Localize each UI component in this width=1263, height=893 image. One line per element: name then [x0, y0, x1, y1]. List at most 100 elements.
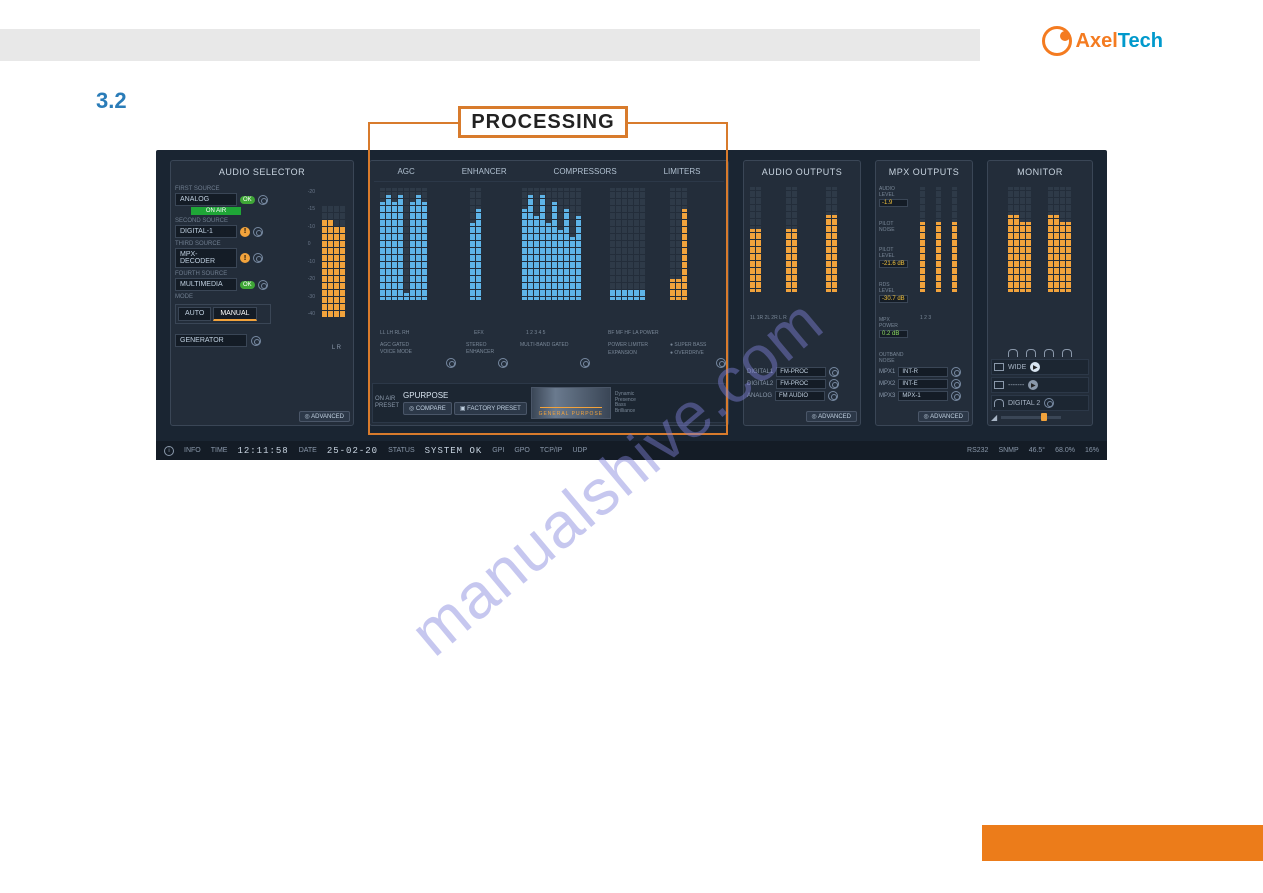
- gear-icon[interactable]: [1044, 398, 1054, 408]
- gear-icon[interactable]: [828, 391, 838, 401]
- first-source-value[interactable]: ANALOG: [175, 193, 237, 206]
- factory-preset-button[interactable]: ▣ FACTORY PRESET: [454, 402, 527, 415]
- date-label: DATE: [299, 447, 317, 454]
- gear-icon[interactable]: [951, 379, 961, 389]
- logo-tech: Tech: [1118, 30, 1163, 52]
- preset-thumb-caption: GENERAL PURPOSE: [532, 411, 610, 417]
- digital2-label: DIGITAL2: [747, 381, 773, 387]
- efx-label: EFX: [474, 330, 484, 336]
- app-screenshot: AUDIO SELECTOR FIRST SOURCE ANALOG OK ON…: [156, 150, 1107, 460]
- audio-selector-panel: AUDIO SELECTOR FIRST SOURCE ANALOG OK ON…: [170, 160, 354, 426]
- expand-icon[interactable]: [994, 363, 1004, 371]
- monitor-panel: MONITOR WIDE▶ -------▶ DIGITAL 2 ◢: [987, 160, 1093, 426]
- status-label: STATUS: [388, 447, 415, 454]
- gear-icon[interactable]: [829, 367, 839, 377]
- mpx1-value[interactable]: INT-R: [898, 367, 948, 377]
- audio-selector-title: AUDIO SELECTOR: [175, 165, 349, 183]
- logo-mark-icon: [1042, 26, 1072, 56]
- rs232-label: RS232: [967, 447, 988, 454]
- gear-icon[interactable]: [258, 195, 268, 205]
- advanced-button[interactable]: ◎ ADVANCED: [299, 411, 350, 422]
- warning-icon: !: [240, 253, 250, 263]
- analog-value[interactable]: FM AUDIO: [775, 391, 825, 401]
- limiter-opt1: ● SUPER BASS: [670, 342, 706, 349]
- advanced-button[interactable]: ◎ ADVANCED: [918, 411, 969, 422]
- play-icon[interactable]: ▶: [1028, 380, 1038, 390]
- preset-thumbnail[interactable]: GENERAL PURPOSE: [531, 387, 611, 419]
- mpx3-value[interactable]: MPX-1: [898, 391, 948, 401]
- headphone-icon: [994, 399, 1004, 407]
- play-icon[interactable]: ▶: [1030, 362, 1040, 372]
- monitor-vu-r: [1048, 187, 1071, 292]
- selector-vu-meter: [322, 189, 345, 317]
- second-source-value[interactable]: DIGITAL-1: [175, 225, 237, 238]
- dashes-label: -------: [1008, 382, 1024, 389]
- tcpip-label: TCP/IP: [540, 447, 563, 454]
- digital1-label: DIGITAL1: [747, 369, 773, 375]
- preset-bar: ON AIR PRESET GPURPOSE ◎ COMPARE ▣ FACTO…: [372, 383, 726, 423]
- headphone-icon[interactable]: [1062, 349, 1072, 357]
- compare-button[interactable]: ◎ COMPARE: [403, 402, 452, 415]
- time-label: TIME: [211, 447, 228, 454]
- on-air-badge: ON AIR: [191, 207, 241, 215]
- pct1-value: 68.0%: [1055, 447, 1075, 454]
- enhancer-mode-label: STEREO ENHANCER: [466, 342, 494, 355]
- volume-slider[interactable]: [1001, 416, 1061, 419]
- section-number: 3.2: [96, 88, 127, 114]
- monitor-title: MONITOR: [992, 165, 1088, 183]
- digital2-value[interactable]: FM-PROC: [776, 379, 826, 389]
- gear-icon[interactable]: [716, 358, 726, 368]
- processing-title: PROCESSING: [471, 111, 614, 134]
- fourth-source-label: FOURTH SOURCE: [175, 271, 285, 277]
- top-grey-bar: [0, 29, 980, 61]
- agc-header: AGC: [397, 167, 414, 176]
- monitor-vu-l: [1008, 187, 1031, 292]
- gear-icon[interactable]: [580, 358, 590, 368]
- headphone-icon[interactable]: [1008, 349, 1018, 357]
- outputs-vu-3: [826, 187, 837, 292]
- info-icon[interactable]: i: [164, 446, 174, 456]
- gear-icon[interactable]: [498, 358, 508, 368]
- expand-icon[interactable]: [994, 381, 1004, 389]
- gear-icon[interactable]: [258, 280, 268, 290]
- mode-manual-button[interactable]: MANUAL: [213, 307, 256, 321]
- analog-label: ANALOG: [747, 393, 772, 399]
- processing-title-box: PROCESSING: [458, 106, 628, 138]
- agc-mode-label: AGC GATED VOICE MODE: [380, 342, 412, 355]
- advanced-button[interactable]: ◎ ADVANCED: [806, 411, 857, 422]
- mode-auto-button[interactable]: AUTO: [178, 307, 211, 321]
- agc-meters: [380, 188, 427, 300]
- footer-orange-bar: [982, 825, 1263, 861]
- brand-logo: AxelTech: [1042, 26, 1163, 56]
- gear-icon[interactable]: [951, 391, 961, 401]
- gear-icon[interactable]: [951, 367, 961, 377]
- digital1-value[interactable]: FM-PROC: [776, 367, 826, 377]
- mpx3-label: MPX3: [879, 393, 895, 399]
- temp-value: 46.5°: [1029, 447, 1045, 454]
- logo-text: AxelTech: [1076, 30, 1163, 53]
- mpx2-value[interactable]: INT-E: [898, 379, 948, 389]
- limiter-line1: POWER LIMITER: [608, 342, 648, 349]
- enhancer-header: ENHANCER: [462, 167, 507, 176]
- headphone-icon[interactable]: [1044, 349, 1054, 357]
- selector-scale: -20-15-100-10-20-30-40: [308, 189, 315, 317]
- generator-button[interactable]: GENERATOR: [175, 334, 247, 347]
- compressor-col-labels: 1 2 3 4 5: [526, 330, 545, 336]
- status-value: SYSTEM OK: [425, 446, 483, 456]
- gear-icon[interactable]: [446, 358, 456, 368]
- audio-outputs-title: AUDIO OUTPUTS: [748, 165, 856, 183]
- limiter-col-labels: BF MF HF LA POWER: [608, 330, 659, 336]
- limiter-meters-b: [670, 188, 687, 300]
- compressor-mode-label: MULTI-BAND GATED: [520, 342, 568, 349]
- time-value: 12:11:58: [237, 446, 288, 456]
- gear-icon[interactable]: [251, 336, 261, 346]
- status-bar: i INFO TIME 12:11:58 DATE 25-02-20 STATU…: [156, 441, 1107, 460]
- headphone-icon[interactable]: [1026, 349, 1036, 357]
- fourth-source-value[interactable]: MULTIMEDIA: [175, 278, 237, 291]
- third-source-value[interactable]: MPX-DECODER: [175, 248, 237, 268]
- gear-icon[interactable]: [253, 227, 263, 237]
- gear-icon[interactable]: [829, 379, 839, 389]
- gear-icon[interactable]: [253, 253, 263, 263]
- processing-panel: AGC ENHANCER COMPRESSORS LIMITERS LL LH …: [369, 160, 729, 426]
- mpx-vu-3: [952, 187, 957, 292]
